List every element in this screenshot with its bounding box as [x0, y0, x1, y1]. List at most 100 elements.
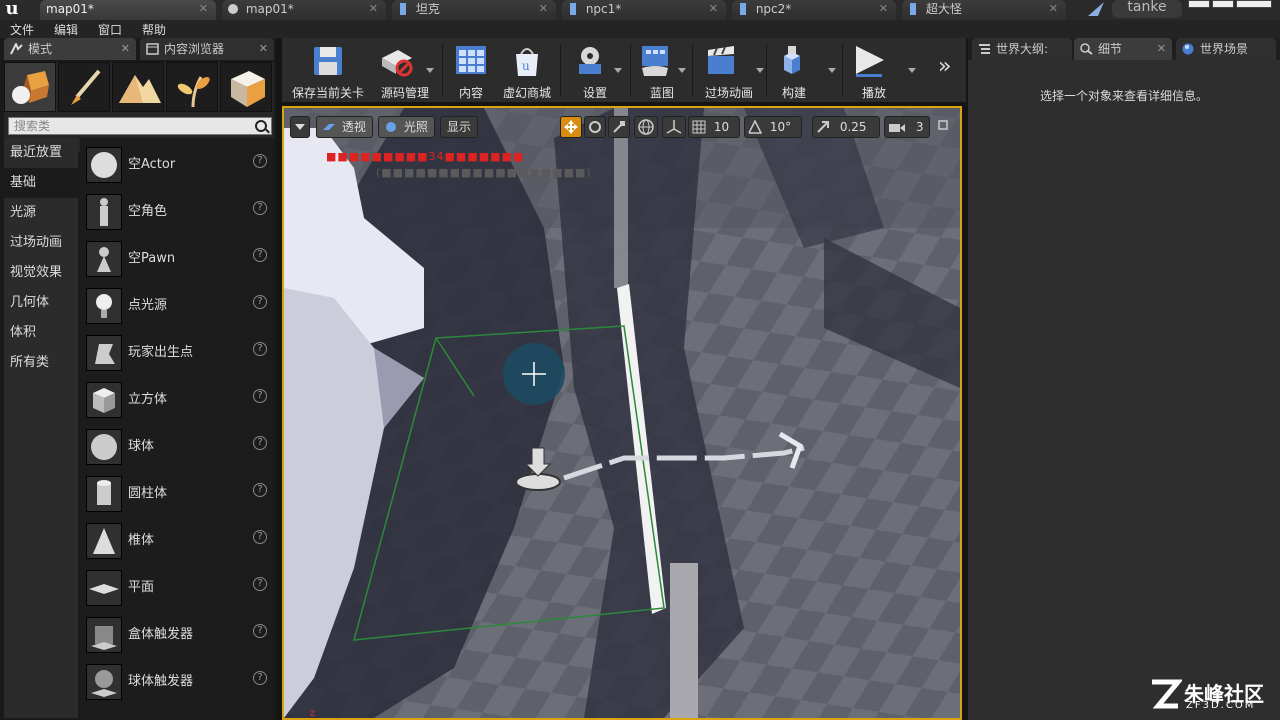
- translate-tool-button[interactable]: [560, 116, 582, 138]
- help-icon[interactable]: ?: [253, 342, 267, 356]
- chevron-down-icon[interactable]: [908, 68, 916, 73]
- world-local-toggle-button[interactable]: [634, 116, 658, 138]
- category-all-classes[interactable]: 所有类: [4, 348, 78, 378]
- help-icon[interactable]: ?: [253, 154, 267, 168]
- asset-empty-character[interactable]: 空角色 ?: [80, 187, 274, 234]
- content-button[interactable]: 内容: [446, 40, 496, 100]
- help-icon[interactable]: ?: [253, 530, 267, 544]
- asset-sphere[interactable]: 球体 ?: [80, 422, 274, 469]
- viewport-options-button[interactable]: [290, 116, 310, 138]
- tab-npc2[interactable]: npc2* ✕: [732, 0, 896, 20]
- maximize-viewport-button[interactable]: [936, 116, 952, 138]
- magnifier-icon: [1080, 43, 1093, 55]
- geometry-edit-mode-button[interactable]: [220, 62, 272, 112]
- chevron-down-icon[interactable]: [678, 68, 686, 73]
- paint-mode-button[interactable]: [58, 62, 110, 112]
- save-current-level-button[interactable]: 保存当前关卡: [286, 40, 370, 100]
- scale-snap-button[interactable]: 0.25: [812, 116, 880, 138]
- category-lights[interactable]: 光源: [4, 198, 78, 228]
- asset-cone[interactable]: 椎体 ?: [80, 516, 274, 563]
- tab-giant-monster[interactable]: 超大怪 ✕: [902, 0, 1066, 20]
- tab-world-outliner[interactable]: 世界大纲:: [972, 38, 1072, 60]
- feedback-icon[interactable]: [1088, 2, 1104, 16]
- close-icon[interactable]: ✕: [121, 38, 130, 60]
- cinematics-button[interactable]: 过场动画: [696, 40, 764, 100]
- rotation-snap-button[interactable]: 10°: [744, 116, 802, 138]
- category-cinematic[interactable]: 过场动画: [4, 228, 78, 258]
- category-volumes[interactable]: 体积: [4, 318, 78, 348]
- lit-mode-button[interactable]: 光照: [378, 116, 435, 138]
- close-icon[interactable]: ✕: [199, 0, 208, 18]
- category-geometry[interactable]: 几何体: [4, 288, 78, 318]
- category-basic[interactable]: 基础: [4, 168, 78, 198]
- settings-button[interactable]: 设置: [564, 40, 626, 100]
- asset-player-start[interactable]: 玩家出生点 ?: [80, 328, 274, 375]
- play-button[interactable]: 播放: [846, 40, 916, 100]
- close-icon[interactable]: ✕: [709, 0, 718, 18]
- minimize-button[interactable]: [1188, 0, 1210, 8]
- close-icon[interactable]: ✕: [1049, 0, 1058, 18]
- chevron-down-icon[interactable]: [426, 68, 434, 73]
- help-icon[interactable]: ?: [253, 577, 267, 591]
- asset-cube[interactable]: 立方体 ?: [80, 375, 274, 422]
- help-icon[interactable]: ?: [253, 295, 267, 309]
- chevron-down-icon[interactable]: [614, 68, 622, 73]
- tab-details[interactable]: 细节 ✕: [1074, 38, 1172, 60]
- asset-empty-actor[interactable]: 空Actor ?: [80, 140, 274, 187]
- menu-window[interactable]: 窗口: [98, 21, 122, 38]
- close-icon[interactable]: ✕: [539, 0, 548, 18]
- asset-point-light[interactable]: 点光源 ?: [80, 281, 274, 328]
- help-icon[interactable]: ?: [253, 248, 267, 262]
- help-icon[interactable]: ?: [253, 436, 267, 450]
- more-toolbar-icon[interactable]: »: [938, 54, 951, 79]
- surface-snap-button[interactable]: [662, 116, 686, 138]
- close-window-button[interactable]: [1236, 0, 1272, 8]
- help-icon[interactable]: ?: [253, 201, 267, 215]
- show-button[interactable]: 显示: [440, 116, 479, 138]
- tab-label: 模式: [28, 42, 53, 56]
- camera-speed-button[interactable]: 3: [884, 116, 930, 138]
- asset-cylinder[interactable]: 圆柱体 ?: [80, 469, 274, 516]
- category-recently-placed[interactable]: 最近放置: [4, 138, 78, 168]
- category-visual-effects[interactable]: 视觉效果: [4, 258, 78, 288]
- perspective-button[interactable]: 透视: [316, 116, 373, 138]
- tab-map01-level[interactable]: map01* ✕: [40, 0, 216, 20]
- maximize-button[interactable]: [1212, 0, 1234, 8]
- close-icon[interactable]: ✕: [879, 0, 888, 18]
- help-icon[interactable]: ?: [253, 624, 267, 638]
- help-icon[interactable]: ?: [253, 671, 267, 685]
- source-control-button[interactable]: 源码管理: [372, 40, 438, 100]
- tab-npc1[interactable]: npc1* ✕: [562, 0, 726, 20]
- chevron-down-icon[interactable]: [828, 68, 836, 73]
- landscape-mode-button[interactable]: [112, 62, 164, 112]
- tab-modes[interactable]: 模式 ✕: [4, 38, 136, 60]
- asset-empty-pawn[interactable]: 空Pawn ?: [80, 234, 274, 281]
- menu-edit[interactable]: 编辑: [54, 21, 78, 38]
- grid-snap-button[interactable]: 10: [688, 116, 740, 138]
- tab-tank[interactable]: 坦克 ✕: [392, 0, 556, 20]
- asset-box-trigger[interactable]: 盒体触发器 ?: [80, 610, 274, 657]
- search-classes-input[interactable]: 搜索类: [8, 117, 272, 135]
- close-icon[interactable]: ✕: [1157, 38, 1166, 60]
- tab-map01-blueprint[interactable]: map01* ✕: [222, 0, 386, 20]
- search-icon[interactable]: [255, 120, 267, 132]
- tab-content-browser[interactable]: 内容浏览器 ✕: [140, 38, 274, 60]
- menu-file[interactable]: 文件: [10, 21, 34, 38]
- chevron-down-icon[interactable]: [756, 68, 764, 73]
- build-button[interactable]: 构建: [770, 40, 836, 100]
- level-viewport[interactable]: z 透视 光照 显示 10 10° 0.25 3 ■■■■■■■■■34■■■■…: [282, 106, 962, 720]
- close-icon[interactable]: ✕: [369, 0, 378, 18]
- marketplace-button[interactable]: u 虚幻商城: [498, 40, 556, 100]
- blueprints-button[interactable]: 蓝图: [634, 40, 690, 100]
- help-icon[interactable]: ?: [253, 389, 267, 403]
- asset-plane[interactable]: 平面 ?: [80, 563, 274, 610]
- rotate-tool-button[interactable]: [584, 116, 606, 138]
- asset-sphere-trigger[interactable]: 球体触发器 ?: [80, 657, 274, 704]
- close-icon[interactable]: ✕: [259, 38, 268, 60]
- menu-help[interactable]: 帮助: [142, 21, 166, 38]
- tab-world-settings[interactable]: 世界场景: [1176, 38, 1276, 60]
- help-icon[interactable]: ?: [253, 483, 267, 497]
- scale-tool-button[interactable]: [608, 116, 630, 138]
- foliage-mode-button[interactable]: [166, 62, 218, 112]
- place-mode-button[interactable]: [4, 62, 56, 112]
